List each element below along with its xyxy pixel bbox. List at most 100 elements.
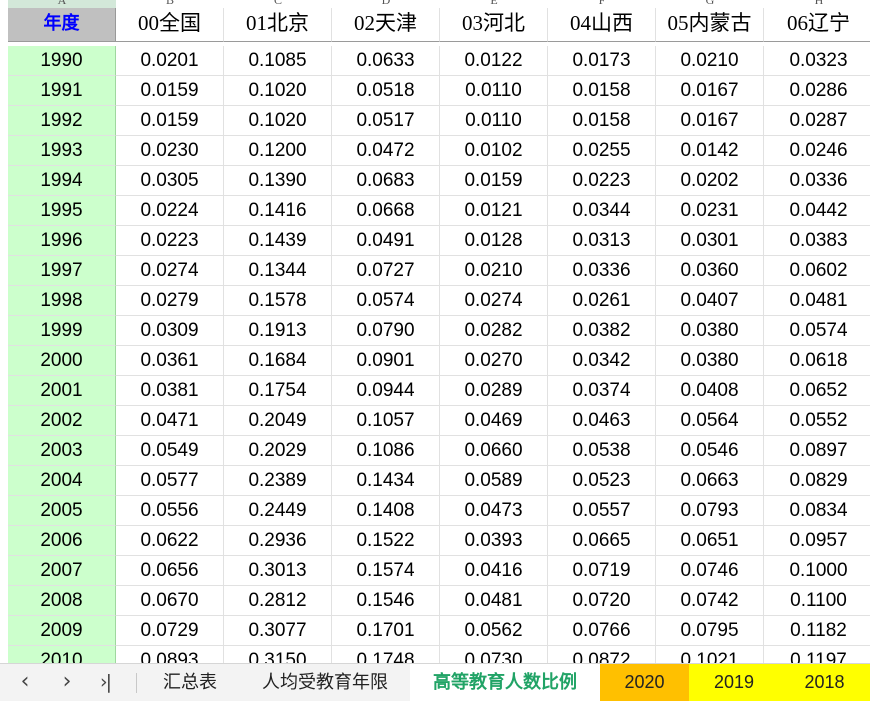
value-cell[interactable]: 0.0344 [548,196,656,226]
value-cell[interactable]: 0.0665 [548,526,656,556]
value-cell[interactable]: 0.1344 [224,256,332,286]
tab-2020[interactable]: 2020 [600,664,689,701]
value-cell[interactable]: 0.0742 [656,586,764,616]
value-cell[interactable]: 0.0557 [548,496,656,526]
tab-higher-education-ratio[interactable]: 高等教育人数比例 [410,664,600,701]
value-cell[interactable]: 0.0463 [548,406,656,436]
value-cell[interactable]: 0.0121 [440,196,548,226]
year-cell[interactable]: 2007 [8,556,116,586]
value-cell[interactable]: 0.0287 [764,106,870,136]
value-cell[interactable]: 0.0393 [440,526,548,556]
value-cell[interactable]: 0.0491 [332,226,440,256]
value-cell[interactable]: 0.0538 [548,436,656,466]
value-cell[interactable]: 0.1408 [332,496,440,526]
value-cell[interactable]: 0.0309 [116,316,224,346]
year-cell[interactable]: 2004 [8,466,116,496]
value-cell[interactable]: 0.0110 [440,106,548,136]
value-cell[interactable]: 0.0231 [656,196,764,226]
year-cell[interactable]: 2001 [8,376,116,406]
column-letter-c[interactable]: C [224,0,332,8]
year-cell[interactable]: 2002 [8,406,116,436]
value-cell[interactable]: 0.0564 [656,406,764,436]
skip-to-last-icon[interactable]: ›| [92,664,118,701]
value-cell[interactable]: 0.0471 [116,406,224,436]
value-cell[interactable]: 0.0602 [764,256,870,286]
value-cell[interactable]: 0.0342 [548,346,656,376]
value-cell[interactable]: 0.0246 [764,136,870,166]
year-cell[interactable]: 2006 [8,526,116,556]
value-cell[interactable]: 0.0223 [548,166,656,196]
value-cell[interactable]: 0.0142 [656,136,764,166]
value-cell[interactable]: 0.0622 [116,526,224,556]
value-cell[interactable]: 0.0790 [332,316,440,346]
value-cell[interactable]: 0.0829 [764,466,870,496]
value-cell[interactable]: 0.1522 [332,526,440,556]
value-cell[interactable]: 0.0323 [764,46,870,76]
value-cell[interactable]: 0.1578 [224,286,332,316]
header-cell-year[interactable]: 年度 [8,8,116,42]
value-cell[interactable]: 0.0473 [440,496,548,526]
value-cell[interactable]: 0.0286 [764,76,870,106]
chevron-right-icon[interactable]: › [54,664,80,701]
value-cell[interactable]: 0.0651 [656,526,764,556]
value-cell[interactable]: 0.0670 [116,586,224,616]
value-cell[interactable]: 0.0577 [116,466,224,496]
value-cell[interactable]: 0.0167 [656,76,764,106]
value-cell[interactable]: 0.1000 [764,556,870,586]
value-cell[interactable]: 0.0223 [116,226,224,256]
column-letter-a[interactable]: A [8,0,116,8]
chevron-left-icon[interactable]: ‹ [12,664,38,701]
value-cell[interactable]: 0.0793 [656,496,764,526]
value-cell[interactable]: 0.0727 [332,256,440,286]
column-letter-h[interactable]: H [764,0,870,8]
value-cell[interactable]: 0.0201 [116,46,224,76]
year-cell[interactable]: 1993 [8,136,116,166]
value-cell[interactable]: 0.3150 [224,646,332,663]
value-cell[interactable]: 0.0552 [764,406,870,436]
year-cell[interactable]: 2005 [8,496,116,526]
value-cell[interactable]: 0.1754 [224,376,332,406]
value-cell[interactable]: 0.0416 [440,556,548,586]
year-cell[interactable]: 1997 [8,256,116,286]
year-cell[interactable]: 1996 [8,226,116,256]
value-cell[interactable]: 0.1100 [764,586,870,616]
value-cell[interactable]: 0.0618 [764,346,870,376]
header-cell-region[interactable]: 03河北 [440,8,548,42]
value-cell[interactable]: 0.0336 [764,166,870,196]
value-cell[interactable]: 0.0282 [440,316,548,346]
value-cell[interactable]: 0.0158 [548,106,656,136]
value-cell[interactable]: 0.0210 [656,46,764,76]
value-cell[interactable]: 0.1057 [332,406,440,436]
value-cell[interactable]: 0.0660 [440,436,548,466]
value-cell[interactable]: 0.1416 [224,196,332,226]
value-cell[interactable]: 0.0224 [116,196,224,226]
value-cell[interactable]: 0.1439 [224,226,332,256]
value-cell[interactable]: 0.0549 [116,436,224,466]
value-cell[interactable]: 0.0546 [656,436,764,466]
value-cell[interactable]: 0.0270 [440,346,548,376]
value-cell[interactable]: 0.1020 [224,106,332,136]
value-cell[interactable]: 0.0472 [332,136,440,166]
year-cell[interactable]: 1999 [8,316,116,346]
value-cell[interactable]: 0.0897 [764,436,870,466]
value-cell[interactable]: 0.0683 [332,166,440,196]
spreadsheet-grid[interactable]: ABCDEFGH 年度 00全国 01北京 02天津 03河北 04山西 05内蒙古 06辽宁… [0,0,870,663]
value-cell[interactable]: 0.0518 [332,76,440,106]
value-cell[interactable]: 0.0652 [764,376,870,406]
value-cell[interactable]: 0.0210 [440,256,548,286]
value-cell[interactable]: 0.0202 [656,166,764,196]
value-cell[interactable]: 0.0957 [764,526,870,556]
value-cell[interactable]: 0.0122 [440,46,548,76]
value-cell[interactable]: 0.0110 [440,76,548,106]
value-cell[interactable]: 0.2449 [224,496,332,526]
value-cell[interactable]: 0.0746 [656,556,764,586]
value-cell[interactable]: 0.1684 [224,346,332,376]
value-cell[interactable]: 0.1200 [224,136,332,166]
value-cell[interactable]: 0.1021 [656,646,764,663]
value-cell[interactable]: 0.3013 [224,556,332,586]
value-cell[interactable]: 0.0766 [548,616,656,646]
value-cell[interactable]: 0.1546 [332,586,440,616]
value-cell[interactable]: 0.0274 [440,286,548,316]
value-cell[interactable]: 0.0255 [548,136,656,166]
value-cell[interactable]: 0.0481 [764,286,870,316]
